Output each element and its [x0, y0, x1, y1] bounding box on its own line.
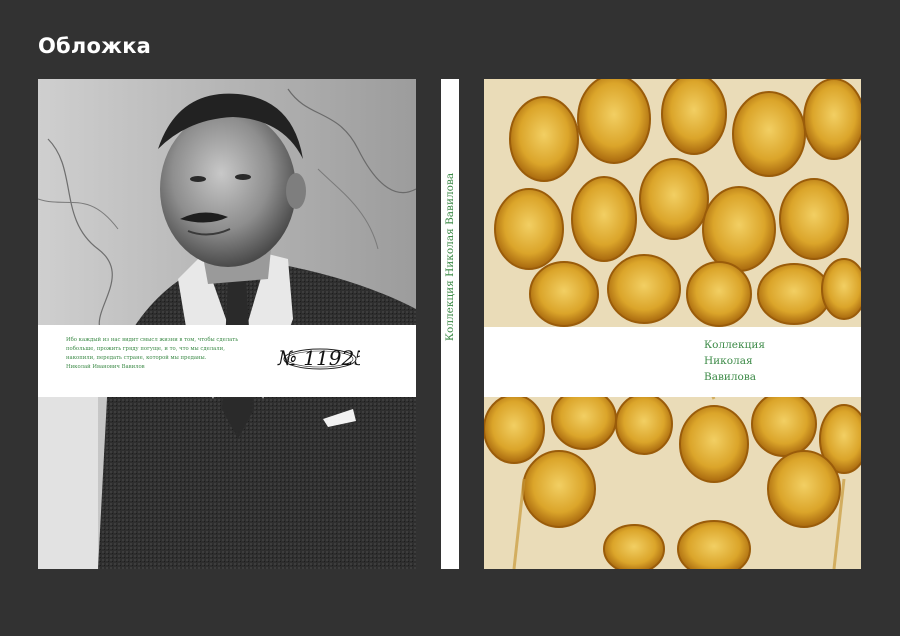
spores-micrograph [484, 79, 861, 569]
front-title-line: Коллекция [704, 339, 765, 351]
quote-line: накопили, передать стране, которой мы пр… [66, 355, 207, 361]
front-title-line: Вавилова [704, 371, 757, 383]
back-cover-band: Ибо каждый из нас видит смысл жизни в то… [38, 325, 416, 397]
quote-line: Ибо каждый из нас видит смысл жизни в то… [66, 337, 239, 343]
collection-number-stamp: № 11925 [277, 346, 360, 370]
front-cover: Коллекция Николая Вавилова [484, 79, 861, 569]
quote-text: Ибо каждый из нас видит смысл жизни в то… [66, 336, 266, 372]
front-title-line: Николая [704, 355, 753, 367]
portrait-photo [38, 79, 416, 569]
stamp-text: № 11925 [277, 346, 360, 370]
quote-author: Николай Иванович Вавилов [66, 364, 145, 370]
spine-title: Коллекция Николая Вавилова [444, 172, 456, 342]
front-title: Коллекция Николая Вавилова [704, 337, 765, 385]
quote-line: побольше, прожить гряду погуще, и то, чт… [66, 346, 225, 352]
book-spine: Коллекция Николая Вавилова [441, 79, 459, 569]
front-cover-band: Коллекция Николая Вавилова [484, 327, 861, 397]
back-cover: Ибо каждый из нас видит смысл жизни в то… [38, 79, 416, 569]
page-heading: Обложка [38, 34, 152, 58]
